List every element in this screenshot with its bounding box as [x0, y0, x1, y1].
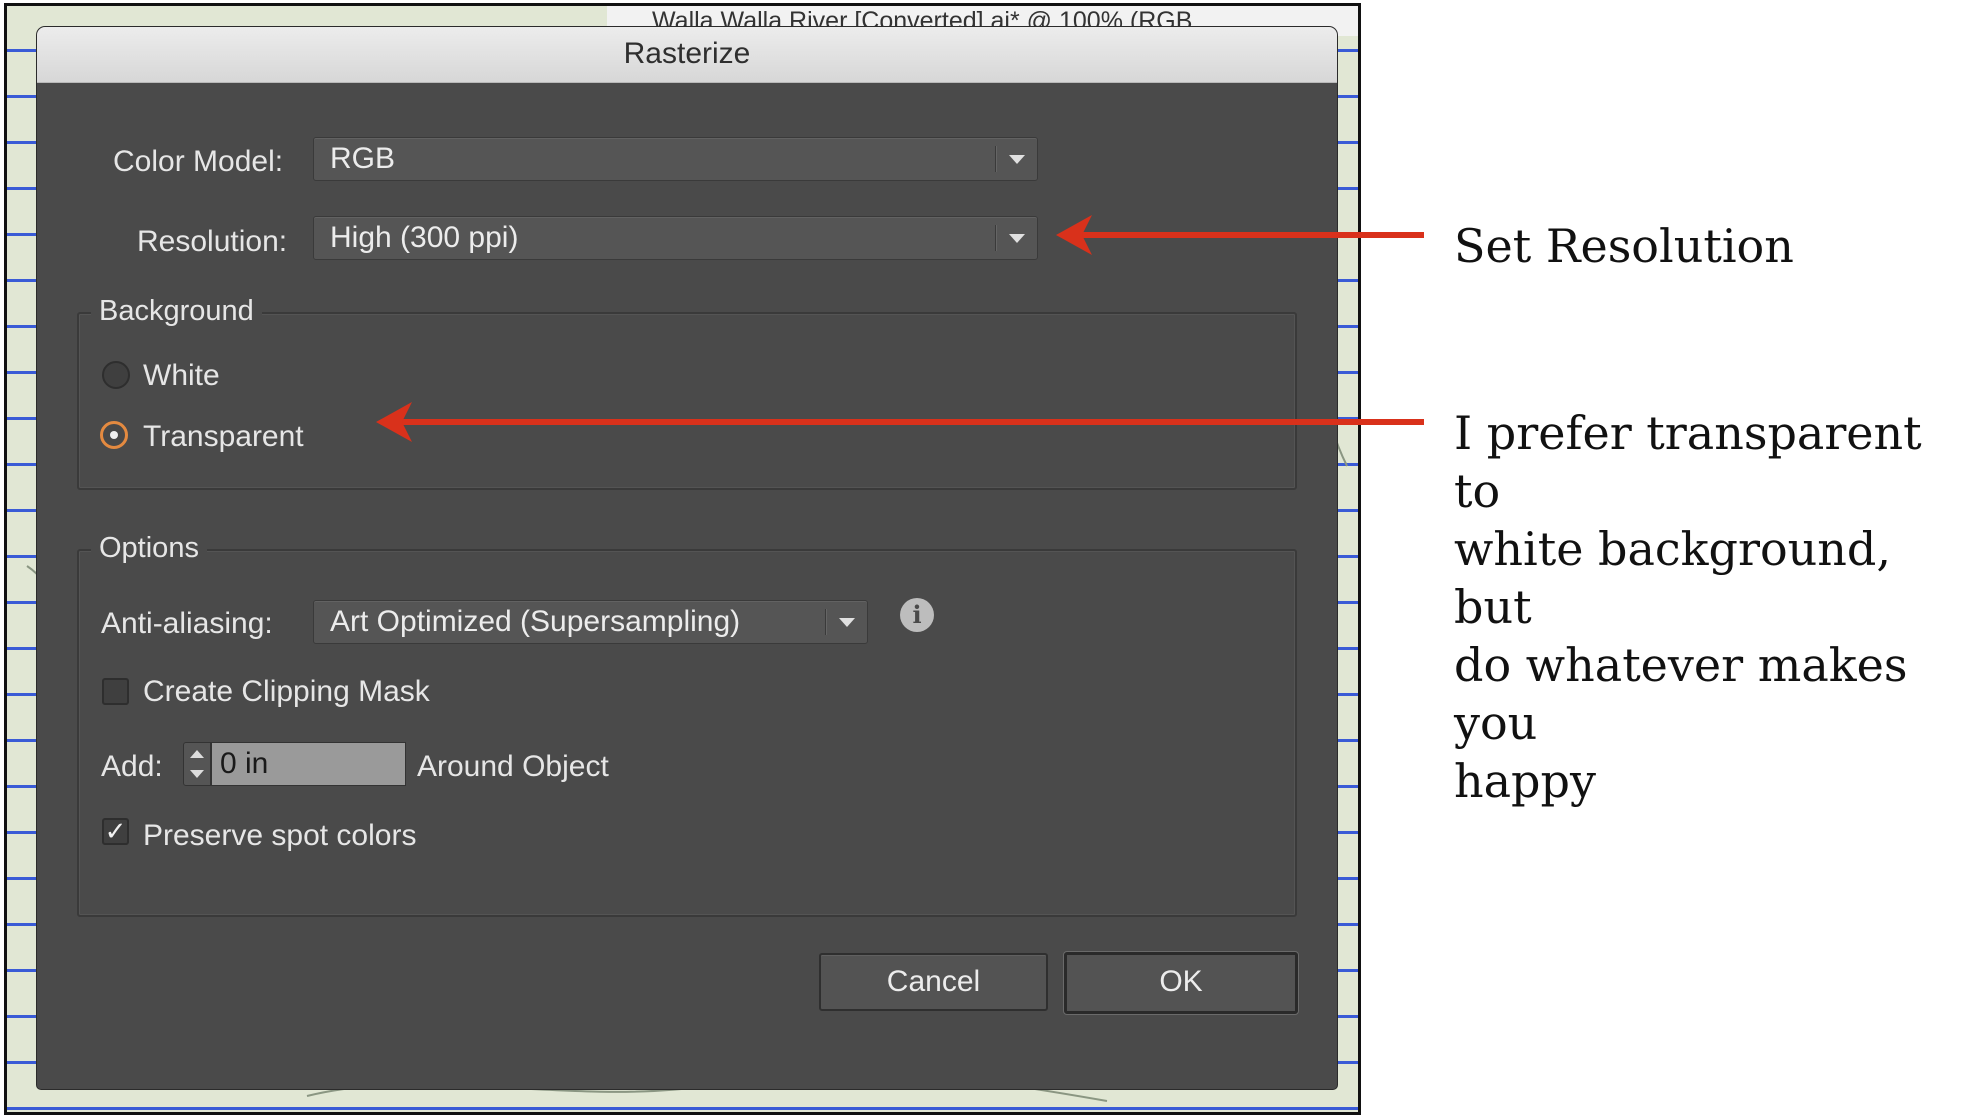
note-line: do whatever makes you	[1454, 638, 1908, 750]
note-line: happy	[1454, 754, 1596, 808]
note-line: I prefer transparent to	[1454, 406, 1922, 518]
arrow-to-resolution	[1056, 215, 1424, 255]
arrow-to-transparent	[376, 402, 1424, 442]
background-note: I prefer transparent to white background…	[1454, 404, 1961, 810]
resolution-note: Set Resolution	[1454, 219, 1794, 273]
note-line: white background, but	[1454, 522, 1891, 634]
